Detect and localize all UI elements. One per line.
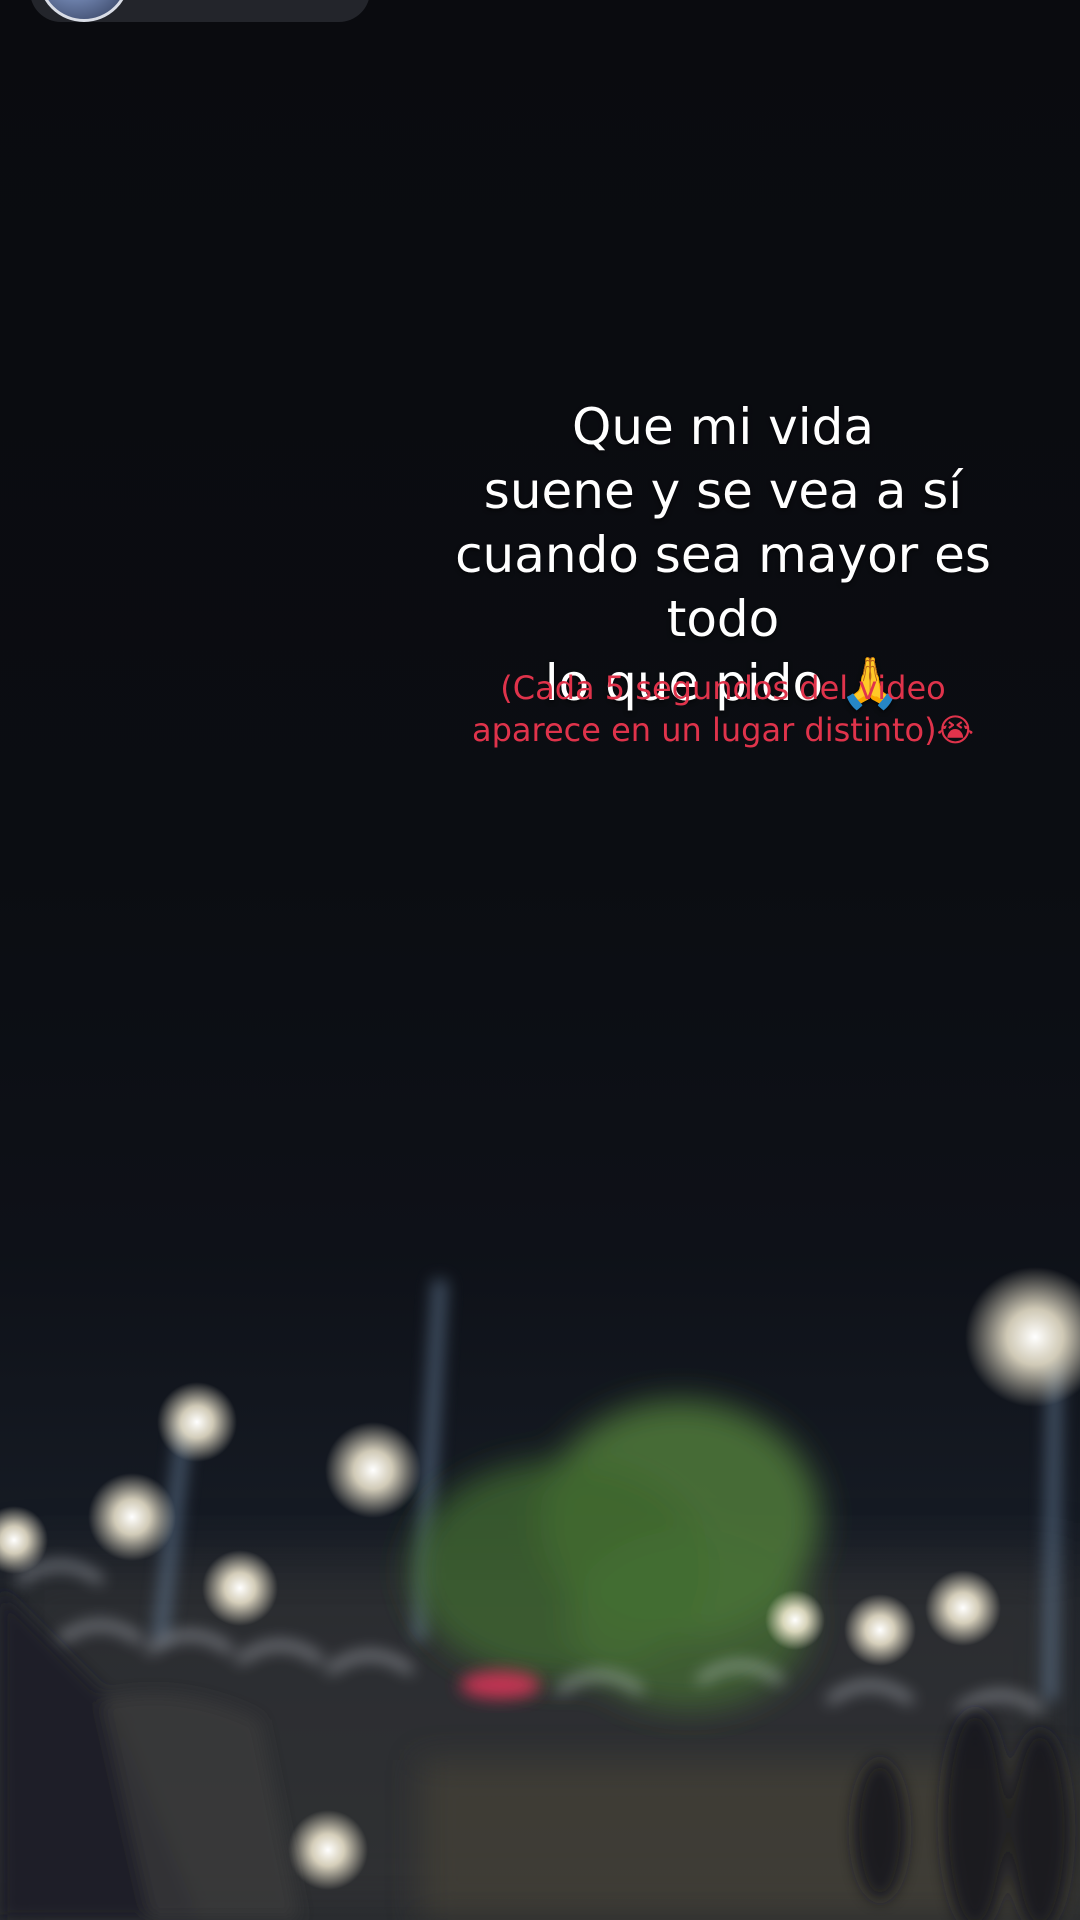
video-frame xyxy=(0,1267,1080,1920)
red-light xyxy=(460,1671,540,1699)
ground-haze xyxy=(0,1560,1080,1920)
car-silhouette xyxy=(0,1590,300,1920)
crowd xyxy=(854,1710,1070,1920)
light-poles xyxy=(153,1279,1062,1701)
overlay-subcaption: (Cada 5 segundos del video aparece en un… xyxy=(471,669,974,749)
video-viewer[interactable]: Que mi vida suene y se vea a sí cuando s… xyxy=(0,0,1080,1920)
tree xyxy=(410,1400,820,1710)
street-lights xyxy=(0,1267,1080,1890)
motion-streaks xyxy=(17,1562,1043,1713)
road xyxy=(420,1760,1080,1920)
